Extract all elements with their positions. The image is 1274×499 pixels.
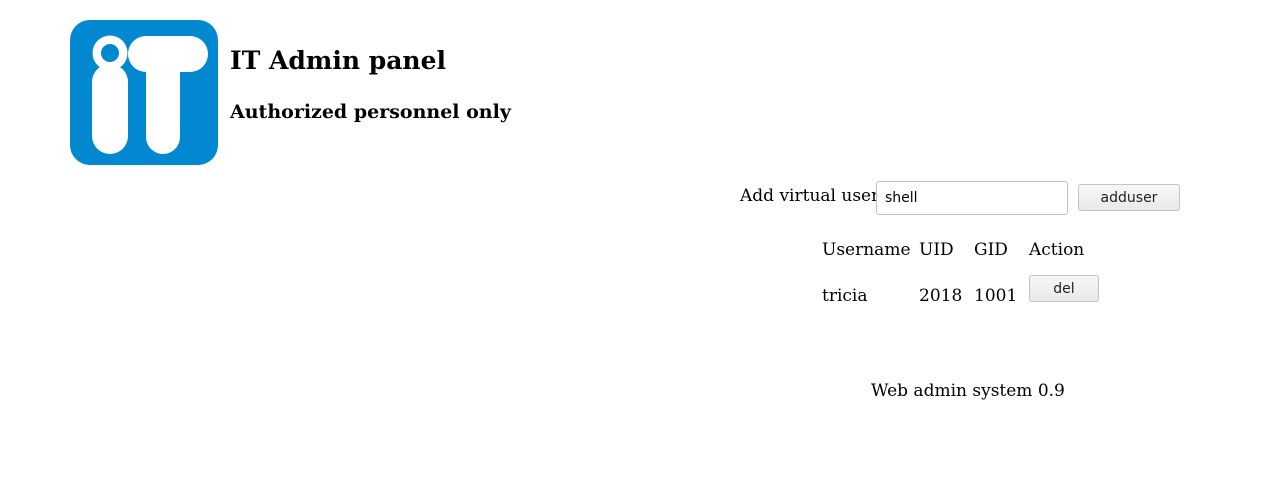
column-header-uid: UID: [919, 240, 954, 260]
virtual-user-input[interactable]: [876, 181, 1068, 215]
column-header-username: Username: [822, 240, 911, 260]
column-header-action: Action: [1029, 240, 1085, 260]
username-cell: tricia: [822, 286, 868, 306]
it-logo-icon: [70, 20, 218, 165]
footer-version: Web admin system 0.9: [871, 381, 1065, 401]
add-virtual-user-label: Add virtual user:: [740, 186, 885, 206]
page-subtitle: Authorized personnel only: [230, 101, 511, 123]
column-header-gid: GID: [974, 240, 1008, 260]
uid-cell: 2018: [919, 286, 963, 306]
adduser-button[interactable]: adduser: [1078, 184, 1180, 211]
page-title: IT Admin panel: [230, 46, 446, 75]
delete-user-button[interactable]: del: [1029, 275, 1099, 302]
gid-cell: 1001: [974, 286, 1018, 306]
